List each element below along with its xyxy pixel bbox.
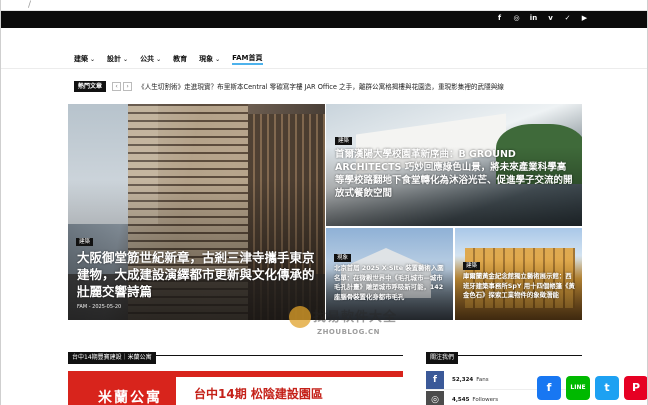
article-date: 2025-05-20 bbox=[92, 304, 122, 310]
article-title[interactable]: 首爾漢陽大學校園革新序曲：B GROUND ARCHITECTS 巧妙回應綠色山… bbox=[335, 148, 575, 200]
youtube-icon[interactable]: ▶ bbox=[580, 14, 589, 23]
instagram-icon: ◎ bbox=[426, 390, 444, 405]
follow-unit: Followers bbox=[472, 396, 499, 403]
featured-article-main[interactable]: 建築 大阪御堂筋世紀新章，古剎三津寺攜手東京建物，大成建設演繹都市更新與文化傳承… bbox=[68, 104, 325, 320]
article-meta: FAM - 2025-05-20 bbox=[77, 304, 121, 310]
main-nav: 建築 ⌄ 設計 ⌄ 公共 ⌄ 教育 現象 ⌄ FAM首頁 bbox=[1, 50, 647, 70]
banner-left-text: 米蘭公寓 bbox=[98, 390, 162, 405]
watermark-logo-icon bbox=[289, 306, 311, 328]
nav-label: 建築 bbox=[74, 55, 88, 63]
nav-label: 設計 bbox=[107, 55, 122, 63]
follow-unit: Fans bbox=[476, 376, 489, 383]
social-icons: f ◎ in v ✓ ▶ bbox=[495, 14, 589, 23]
ticker-arrows: ‹ › bbox=[112, 81, 133, 91]
follow-count: 4,545 bbox=[452, 396, 470, 403]
category-badge[interactable]: 現象 bbox=[334, 254, 352, 262]
nav-item-design[interactable]: 設計 ⌄ bbox=[107, 53, 128, 65]
ticker-headline-link[interactable]: 《人生切割術》走進現實？布里斯本Central 零碳寫字樓 JAR Office… bbox=[138, 81, 504, 91]
nav-item-public[interactable]: 公共 ⌄ bbox=[140, 53, 161, 65]
article-author: FAM bbox=[77, 304, 88, 310]
watermark-url: ZHOUBLOG.CN bbox=[317, 328, 380, 336]
nav-label: 公共 bbox=[140, 55, 155, 63]
article-title[interactable]: 北京首屆 2025 X-Site 裝置藝術入圍名單：在微觀世界中《毛孔城市—城市… bbox=[334, 264, 449, 302]
ad-banner[interactable]: 米蘭公寓 台中14期 松陰建設園區 bbox=[68, 371, 403, 405]
nav-item-home[interactable]: FAM首頁 bbox=[232, 53, 263, 65]
nav-item-education[interactable]: 教育 bbox=[173, 53, 187, 65]
article-title[interactable]: 大阪御堂筋世紀新章，古剎三津寺攜手東京建物，大成建設演繹都市更新與文化傳承的壯麗… bbox=[77, 249, 317, 300]
trending-ticker: 熱門文章 ‹ › 《人生切割術》走進現實？布里斯本Central 零碳寫字樓 J… bbox=[74, 80, 582, 92]
pinterest-share-icon[interactable]: P bbox=[624, 376, 647, 400]
section-label: 台中14期豐寶建設｜米蘭公寓 bbox=[68, 352, 156, 364]
article-title[interactable]: 庫爾蘭黃金紀念館獨立藝術展示館：西班牙建築事務所SpY 用十四個帳篷《黃金色石》… bbox=[463, 272, 578, 301]
instagram-icon[interactable]: ◎ bbox=[512, 14, 521, 23]
follow-count: 52,324 bbox=[452, 376, 474, 383]
social-bar: f ◎ in v ✓ ▶ bbox=[1, 11, 647, 28]
nav-label: FAM首頁 bbox=[232, 54, 263, 62]
nav-label: 現象 bbox=[199, 55, 214, 63]
facebook-share-icon[interactable]: f bbox=[537, 376, 561, 400]
twitter-share-icon[interactable]: t bbox=[595, 376, 619, 400]
category-badge[interactable]: 建築 bbox=[76, 238, 94, 246]
trending-tag: 熱門文章 bbox=[74, 80, 107, 92]
chevron-down-icon: ⌄ bbox=[156, 55, 162, 63]
chevron-down-icon: ⌄ bbox=[90, 55, 96, 63]
vk-icon[interactable]: ✓ bbox=[563, 14, 572, 23]
chevron-down-icon: ⌄ bbox=[215, 55, 221, 63]
section-label: 關注我們 bbox=[426, 352, 459, 364]
page: / f ◎ in v ✓ ▶ 建築 ⌄ 設計 ⌄ 公共 ⌄ 教育 現象 ⌄ FAM首頁 … bbox=[0, 0, 648, 405]
nav-item-architecture[interactable]: 建築 ⌄ bbox=[74, 53, 95, 65]
nav-label: 教育 bbox=[173, 55, 188, 63]
line-share-icon[interactable]: LINE bbox=[566, 376, 590, 400]
featured-article-r3[interactable]: 建築 庫爾蘭黃金紀念館獨立藝術展示館：西班牙建築事務所SpY 用十四個帳篷《黃金… bbox=[455, 228, 582, 320]
section-heading-left: 台中14期豐寶建設｜米蘭公寓 bbox=[68, 344, 403, 364]
vimeo-icon[interactable]: v bbox=[546, 14, 555, 23]
banner-right-text: 台中14期 松陰建設園區 bbox=[194, 387, 323, 401]
watermark-text: 找易軟件大全 bbox=[313, 310, 398, 325]
category-badge[interactable]: 建築 bbox=[335, 137, 353, 145]
slash-mark: / bbox=[28, 0, 32, 10]
share-buttons: f LINE t P bbox=[537, 376, 647, 400]
ticker-prev-button[interactable]: ‹ bbox=[112, 81, 122, 91]
featured-article-r1[interactable]: 建築 首爾漢陽大學校園革新序曲：B GROUND ARCHITECTS 巧妙回應… bbox=[326, 104, 582, 226]
nav-divider bbox=[1, 68, 647, 69]
section-heading-right: 關注我們 bbox=[426, 344, 582, 364]
browser-strip: / bbox=[1, 0, 647, 11]
facebook-icon[interactable]: f bbox=[495, 14, 504, 23]
facebook-icon: f bbox=[426, 370, 444, 389]
watermark: 找易軟件大全 ZHOUBLOG.CN bbox=[289, 304, 409, 344]
nav-item-phenomenon[interactable]: 現象 ⌄ bbox=[199, 53, 220, 65]
linkedin-icon[interactable]: in bbox=[529, 14, 538, 23]
ticker-next-button[interactable]: › bbox=[123, 81, 133, 91]
category-badge[interactable]: 建築 bbox=[463, 262, 481, 270]
chevron-down-icon: ⌄ bbox=[123, 55, 129, 63]
